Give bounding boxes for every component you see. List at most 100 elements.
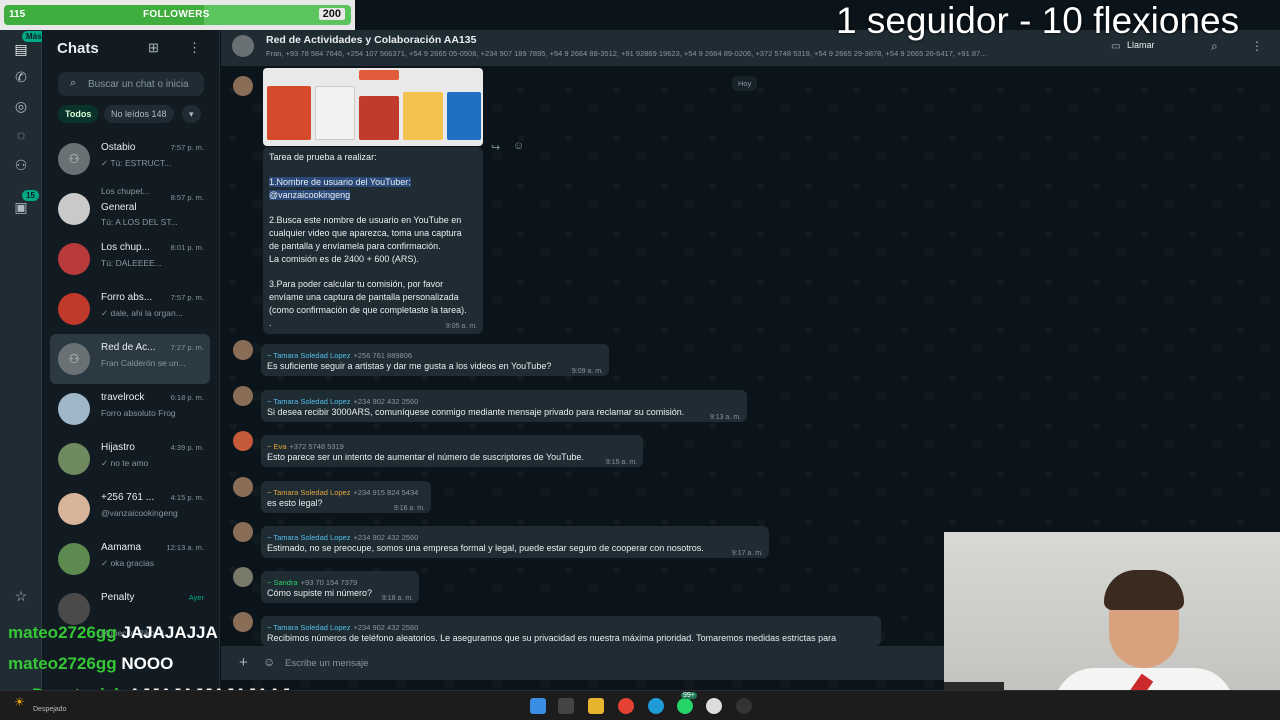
chat-name: +256 761 ... <box>101 492 155 503</box>
message-composer: + ☺ <box>221 646 945 680</box>
start-icon[interactable] <box>530 698 546 714</box>
sender-avatar[interactable] <box>233 567 253 587</box>
filter-unread[interactable]: No leídos 148 <box>104 105 174 123</box>
message-text: Esto parece ser un intento de aumentar e… <box>267 452 584 462</box>
chat-time: 8:01 p. m. <box>170 243 204 252</box>
promo-image[interactable] <box>263 68 483 146</box>
chat-time: 6:18 p. m. <box>170 393 204 402</box>
chats-title: Chats <box>57 40 99 57</box>
chat-item-selected[interactable]: ⚇ Red de Ac... 7:27 p. m. Fran Calderón … <box>50 334 210 384</box>
chat-time: 7:57 p. m. <box>170 293 204 302</box>
message-line: cualquier video que aparezca, toma una c… <box>269 228 462 238</box>
sender-name[interactable]: ~ Tamara Soledad Lopez <box>267 533 350 542</box>
weather-icon: ☀ <box>14 695 25 709</box>
message-time: 9:05 a. m. <box>445 323 477 330</box>
sender-avatar[interactable] <box>233 612 253 632</box>
calls-icon[interactable]: ✆ <box>12 68 30 86</box>
chats-panel: Chats ⊞ ⋮ ⌕ Todos No leídos 148 ▾ ⚇ Osta… <box>42 30 220 690</box>
message-line: (como confirmación de que completaste la… <box>269 305 467 315</box>
starred-icon[interactable]: ☆ <box>12 587 30 605</box>
nav-rail: ▤ Más ✆ ◎ ◌ ⚇ ▣ 15 ☆ <box>0 30 46 690</box>
message-bubble[interactable]: ~ Tamara Soledad Lopez +234 915 824 5434 … <box>261 481 431 513</box>
status-icon[interactable]: ◎ <box>12 97 30 115</box>
message-time: 9:13 a. m. <box>709 414 741 421</box>
message-bubble[interactable]: ~ Tamara Soledad Lopez +234 902 432 2560 … <box>261 390 747 422</box>
sender-avatar[interactable] <box>233 522 253 542</box>
chat-item[interactable]: ⚇ Ostabio 7:57 p. m. ✓ Tú: ESTRUCT... <box>50 134 210 184</box>
channels-icon[interactable]: ◌ <box>12 126 30 144</box>
message-bubble[interactable]: ~ Tamara Soledad Lopez +234 902 432 2560 … <box>261 526 769 558</box>
sender-name[interactable]: ~ Tamara Soledad Lopez <box>267 397 350 406</box>
chat-item[interactable]: Aamama 12:13 a. m. ✓ oka gracias <box>50 534 210 584</box>
new-chat-icon[interactable]: ⊞ <box>148 40 159 56</box>
search-icon: ⌕ <box>70 77 77 89</box>
taskbar: ☀ Despejado 99+ <box>0 690 1280 720</box>
message-bubble[interactable]: ~ Tamara Soledad Lopez +256 761 889806 Es… <box>261 344 609 376</box>
chat-time: 12:13 a. m. <box>166 543 204 552</box>
chat-item[interactable]: Hijastro 4:39 p. m. ✓ no te amo <box>50 434 210 484</box>
chat-name: travelrock <box>101 392 145 403</box>
chat-item[interactable]: +256 761 ... 4:15 p. m. @vanzaicookingen… <box>50 484 210 534</box>
sender-phone: +372 5748 5319 <box>289 442 344 451</box>
chat-item[interactable]: Forro abs... 7:57 p. m. ✓ dale, ahi la o… <box>50 284 210 334</box>
chat-user: mateo2726gg <box>8 623 117 642</box>
chat-preview: ✓ Tú: ESTRUCT... <box>101 158 172 168</box>
sender-avatar[interactable] <box>233 340 253 360</box>
message-line: La comisión es de 2400 + 600 (ARS). <box>269 254 419 264</box>
sender-avatar[interactable] <box>233 76 253 96</box>
chrome-icon[interactable] <box>618 698 634 714</box>
media-player-icon[interactable] <box>706 698 722 714</box>
file-explorer-icon[interactable] <box>588 698 604 714</box>
communities-icon[interactable]: ⚇ <box>12 156 30 174</box>
image-tile <box>403 92 443 140</box>
sender-phone: +234 902 432 2560 <box>353 397 419 406</box>
chat-preview: Tú: A LOS DEL ST... <box>101 217 178 227</box>
message-line: @vanzaicookingeng <box>269 190 351 200</box>
conversation-title: Red de Actividades y Colaboración AA135 <box>266 34 477 46</box>
filter-all[interactable]: Todos <box>58 105 99 123</box>
sender-avatar[interactable] <box>233 386 253 406</box>
chat-item[interactable]: travelrock 6:18 p. m. Forro absoluto Fro… <box>50 384 210 434</box>
emoji-icon[interactable]: ☺ <box>263 655 275 669</box>
chat-preview: Tú: DALEEEE... <box>101 258 162 268</box>
chat-item[interactable]: Los chupet... General 8:57 p. m. Tú: A L… <box>50 184 210 234</box>
chat-item[interactable]: Los chup... 8:01 p. m. Tú: DALEEEE... <box>50 234 210 284</box>
date-separator: Hoy <box>732 76 758 91</box>
message-text: Cómo supiste mi número? <box>267 588 373 598</box>
search-taskbar-icon[interactable] <box>558 698 574 714</box>
video-call-icon[interactable]: ▭ <box>1111 41 1120 52</box>
react-emoji-icon[interactable]: ☺ <box>513 140 524 152</box>
message-time: 9:16 a. m. <box>393 505 425 512</box>
message-bubble[interactable]: ~ Tamara Soledad Lopez +234 902 432 2560 … <box>261 616 881 646</box>
sender-phone: +256 761 889806 <box>353 351 413 360</box>
sender-name[interactable]: ~ Sandra <box>267 578 298 587</box>
image-tile <box>315 86 355 140</box>
message-time: 9:18 a. m. <box>381 595 413 602</box>
message-bubble[interactable]: ~ Eva +372 5748 5319 Esto parece ser un i… <box>261 435 643 467</box>
edge-icon[interactable] <box>648 698 664 714</box>
search-input[interactable] <box>88 75 200 93</box>
chat-preview: ✓ oka gracias <box>101 558 154 568</box>
image-tile <box>447 92 481 140</box>
chat-menu-icon[interactable]: ⋮ <box>1251 39 1263 53</box>
sender-name[interactable]: ~ Tamara Soledad Lopez <box>267 488 350 497</box>
sender-name[interactable]: ~ Eva <box>267 442 286 451</box>
chat-name: Los chup... <box>101 242 150 253</box>
obs-icon[interactable] <box>736 698 752 714</box>
message-input[interactable] <box>285 652 905 674</box>
forward-icon[interactable]: ↪ <box>491 141 500 154</box>
menu-icon[interactable]: ⋮ <box>188 40 201 56</box>
sender-avatar[interactable] <box>233 431 253 451</box>
filter-more[interactable]: ▾ <box>182 105 201 123</box>
message-bubble[interactable]: ~ Sandra +93 70 154 7379 Cómo supiste mi … <box>261 571 419 603</box>
message-line: de pantalla y envíamela para confirmació… <box>269 241 441 251</box>
sender-name[interactable]: ~ Tamara Soledad Lopez <box>267 623 350 632</box>
whatsapp-icon[interactable] <box>677 698 693 714</box>
attach-icon[interactable]: + <box>239 654 248 671</box>
chat-user: mateo2726gg <box>8 654 117 673</box>
sender-name[interactable]: ~ Tamara Soledad Lopez <box>267 351 350 360</box>
search-box: ⌕ <box>58 72 204 96</box>
task-text-bubble[interactable]: Tarea de prueba a realizar: 1.Nombre de … <box>263 147 483 334</box>
sender-avatar[interactable] <box>233 477 253 497</box>
chats-icon[interactable]: ▤ <box>12 40 30 58</box>
